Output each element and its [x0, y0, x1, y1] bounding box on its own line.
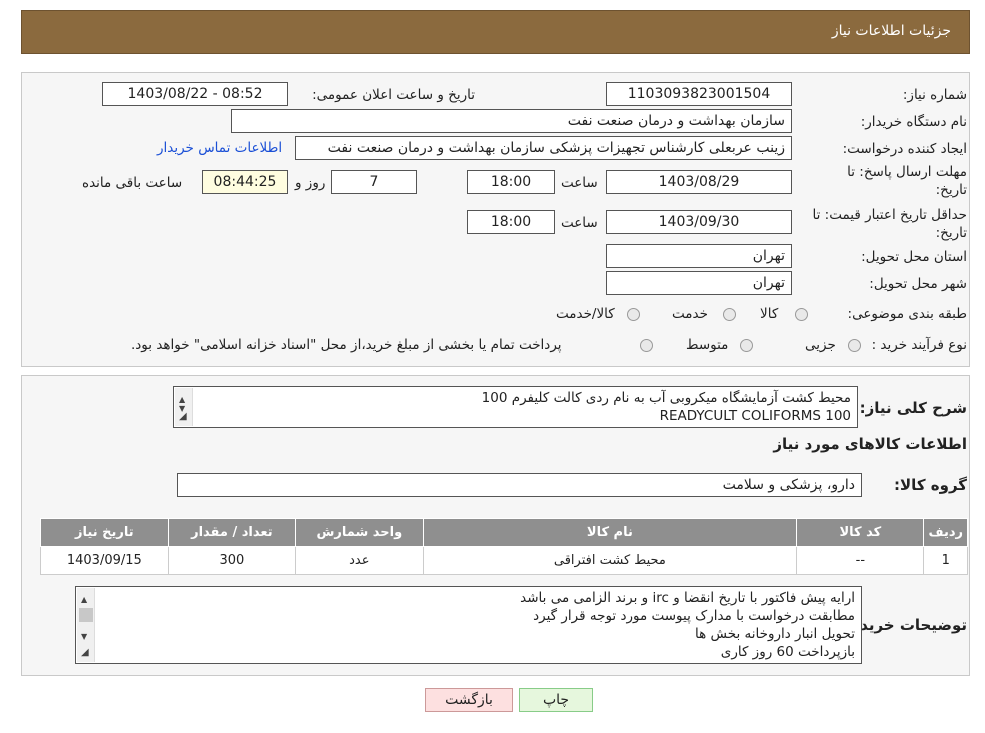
price-validity-date-field: 1403/09/30 [606, 210, 792, 234]
category-radio-goods[interactable] [795, 308, 808, 321]
description-line-2: READYCULT COLIFORMS 100 [659, 408, 851, 424]
category-radio-service[interactable] [723, 308, 736, 321]
delivery-city-label: شهر محل تحویل: [869, 276, 967, 292]
buyer-note-line-1: ارایه پیش فاکتور با تاریخ انقضا و irc و … [520, 590, 855, 606]
days-label: روز و [295, 175, 326, 191]
goods-section-title: اطلاعات کالاهای مورد نیاز [773, 435, 967, 453]
purchase-radio-medium[interactable] [740, 339, 753, 352]
purchase-treasury-checkbox[interactable] [640, 339, 653, 352]
delivery-city-field: تهران [606, 271, 792, 295]
page-header: جزئیات اطلاعات نیاز [21, 10, 970, 54]
buyer-contact-link[interactable]: اطلاعات تماس خریدار [157, 140, 282, 156]
buyer-note-line-3: تحویل انبار داروخانه بخش ها [695, 626, 855, 642]
price-validity-label-2: تاریخ: [935, 225, 967, 241]
col-row-header: ردیف [923, 518, 968, 547]
purchase-type-label: نوع فرآیند خرید : [871, 337, 967, 353]
goods-group-field: دارو، پزشکی و سلامت [177, 473, 862, 497]
col-quantity-header: تعداد / مقدار [167, 518, 297, 547]
col-code-header: کد کالا [796, 518, 925, 547]
col-name-header: نام کالا [422, 518, 798, 547]
price-validity-time-field: 18:00 [467, 210, 555, 234]
deadline-time-label: ساعت [561, 175, 598, 191]
purchase-treasury-note: پرداخت تمام یا بخشی از مبلغ خرید،از محل … [131, 337, 562, 353]
time-remaining-field: 08:44:25 [202, 170, 288, 194]
delivery-province-label: استان محل تحویل: [861, 249, 967, 265]
description-line-1: محیط کشت آزمایشگاه میکروبی آب به نام ردی… [481, 390, 851, 406]
goods-group-label: گروه کالا: [894, 476, 967, 494]
announce-datetime-label: تاریخ و ساعت اعلان عمومی: [312, 87, 475, 103]
category-label: طبقه بندی موضوعی: [847, 306, 967, 322]
deadline-label-2: تاریخ: [935, 182, 967, 198]
deadline-time-field: 18:00 [467, 170, 555, 194]
buyer-notes-scrollbar[interactable]: ▲ ▼ ◢ [77, 588, 95, 662]
deadline-date-field: 1403/08/29 [606, 170, 792, 194]
buyer-org-label: نام دستگاه خریدار: [860, 114, 967, 130]
delivery-province-field: تهران [606, 244, 792, 268]
back-button[interactable]: بازگشت [425, 688, 513, 712]
price-validity-time-label: ساعت [561, 215, 598, 231]
goods-table: ردیف کد کالا نام کالا واحد شمارش تعداد /… [40, 518, 968, 575]
table-row: 1 -- محیط کشت افتراقی عدد 300 1403/09/15 [40, 546, 968, 575]
cell-row: 1 [923, 546, 968, 575]
cell-code: -- [796, 546, 925, 575]
price-validity-label: حداقل تاریخ اعتبار قیمت: تا [812, 207, 967, 223]
table-header-row: ردیف کد کالا نام کالا واحد شمارش تعداد /… [40, 518, 968, 547]
category-option-goods-service: کالا/خدمت [556, 306, 615, 322]
buyer-org-field: سازمان بهداشت و درمان صنعت نفت [231, 109, 792, 133]
category-radio-goods-service[interactable] [627, 308, 640, 321]
col-unit-header: واحد شمارش [295, 518, 424, 547]
need-number-label: شماره نیاز: [902, 87, 967, 103]
category-option-service: خدمت [672, 306, 708, 322]
cell-date: 1403/09/15 [40, 546, 169, 575]
buyer-notes-textarea[interactable]: ▲ ▼ ◢ ارایه پیش فاکتور با تاریخ انقضا و … [75, 586, 862, 664]
creator-field: زینب عربعلی کارشناس تجهیزات پزشکی سازمان… [295, 136, 792, 160]
col-date-header: تاریخ نیاز [40, 518, 169, 547]
buyer-note-line-4: بازپرداخت 60 روز کاری [720, 644, 855, 660]
days-remaining-field: 7 [331, 170, 417, 194]
description-scrollbar[interactable]: ▲ ▼ ◢ [175, 388, 193, 426]
announce-datetime-field: 1403/08/22 - 08:52 [102, 82, 288, 106]
description-label: شرح کلی نیاز: [859, 399, 967, 417]
resize-grip-icon[interactable]: ◢ [81, 644, 89, 662]
scroll-up-icon[interactable]: ▲ [81, 591, 87, 609]
deadline-label: مهلت ارسال پاسخ: تا [847, 164, 967, 180]
purchase-option-minor: جزیی [805, 337, 836, 353]
buyer-note-line-2: مطابقت درخواست با مدارک پیوست مورد توجه … [533, 608, 855, 624]
page-title: جزئیات اطلاعات نیاز [831, 23, 951, 39]
scroll-thumb[interactable] [79, 608, 93, 622]
cell-quantity: 300 [167, 546, 297, 575]
print-button[interactable]: چاپ [519, 688, 593, 712]
time-remaining-label: ساعت باقی مانده [82, 175, 183, 191]
purchase-radio-minor[interactable] [848, 339, 861, 352]
description-textarea[interactable]: ▲ ▼ ◢ محیط کشت آزمایشگاه میکروبی آب به ن… [173, 386, 858, 428]
cell-unit: عدد [295, 546, 424, 575]
category-option-goods: کالا [760, 306, 779, 322]
purchase-option-medium: متوسط [686, 337, 729, 353]
creator-label: ایجاد کننده درخواست: [842, 141, 967, 157]
cell-name: محیط کشت افتراقی [422, 546, 798, 575]
need-number-field: 1103093823001504 [606, 82, 792, 106]
resize-grip-icon[interactable]: ◢ [179, 408, 187, 426]
